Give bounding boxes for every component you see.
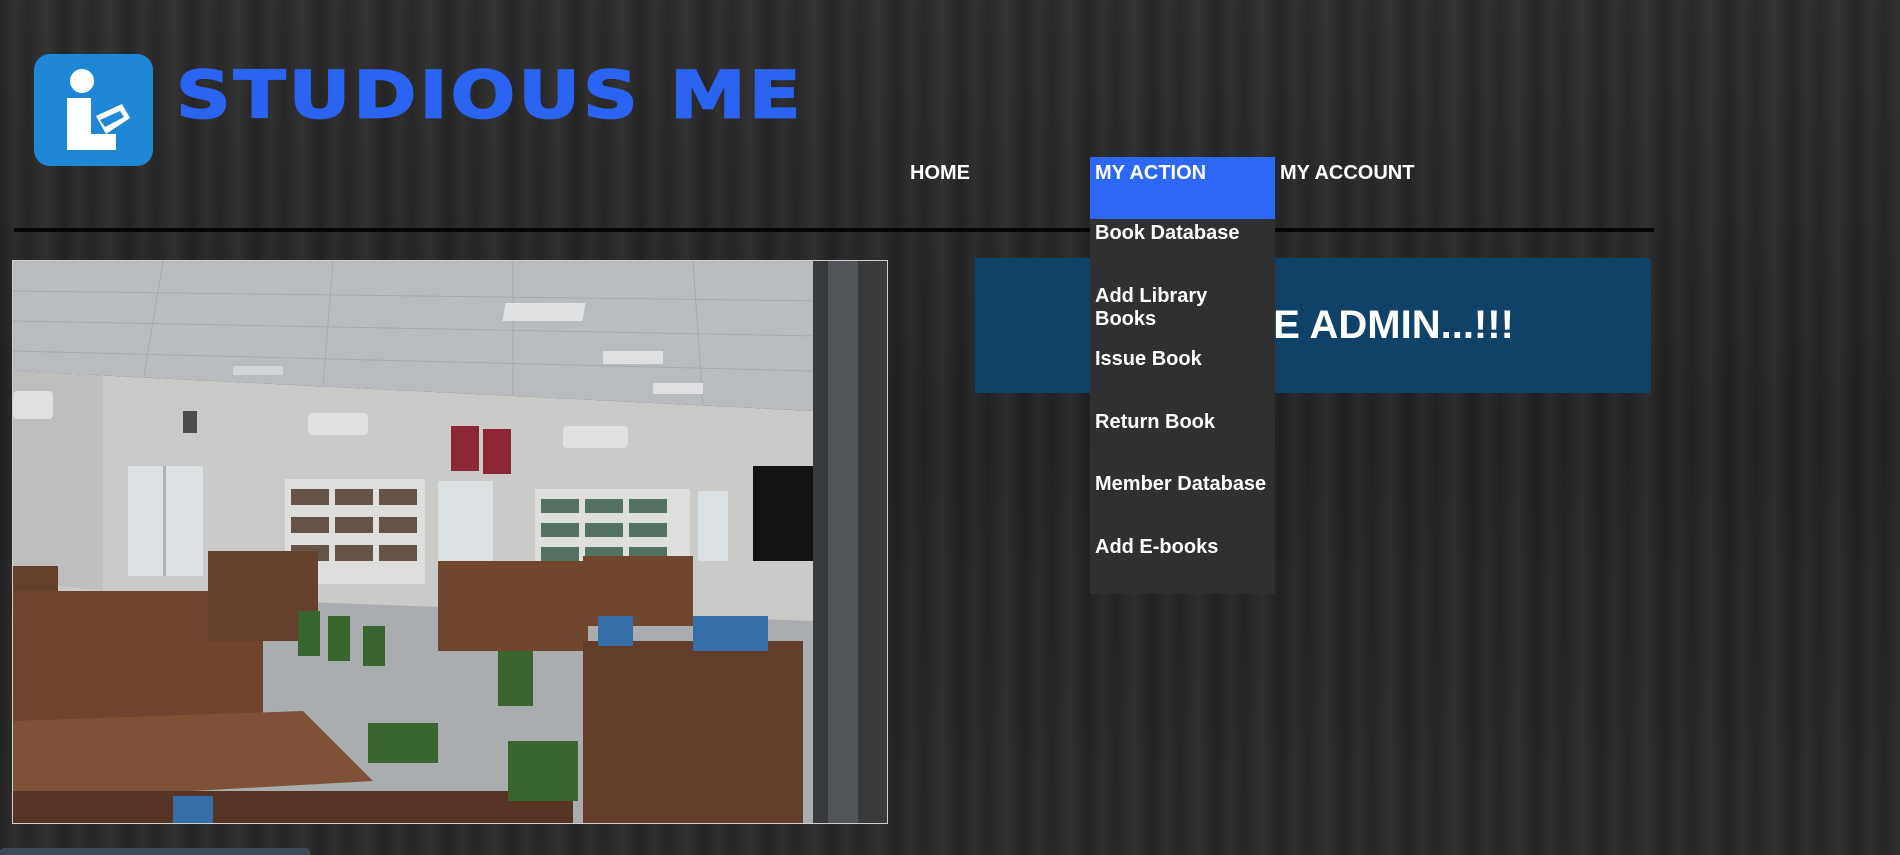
nav-my-action[interactable]: MY ACTION: [1090, 157, 1275, 219]
welcome-banner: IE ADMIN...!!!: [975, 258, 1651, 393]
dropdown-item-book-database[interactable]: Book Database: [1095, 222, 1270, 245]
brand-name: STUDIOUS ME: [175, 55, 804, 133]
library-photo: [12, 260, 888, 824]
header-divider: [14, 228, 1654, 232]
dropdown-item-add-e-books[interactable]: Add E-books: [1095, 536, 1270, 559]
my-action-dropdown: Book Database Add Library Books Issue Bo…: [1090, 219, 1275, 594]
dropdown-item-return-book[interactable]: Return Book: [1095, 411, 1270, 434]
nav-my-account[interactable]: MY ACCOUNT: [1280, 157, 1480, 219]
bottom-tab: [0, 848, 310, 855]
nav-home[interactable]: HOME: [910, 157, 1060, 219]
dropdown-item-issue-book[interactable]: Issue Book: [1095, 348, 1270, 371]
reading-person-icon: [67, 69, 130, 150]
dropdown-item-member-database[interactable]: Member Database: [1095, 473, 1270, 496]
logo-icon: [34, 54, 153, 166]
dropdown-item-add-library-books[interactable]: Add Library Books: [1095, 285, 1270, 331]
welcome-text: IE ADMIN...!!!: [1262, 303, 1514, 347]
